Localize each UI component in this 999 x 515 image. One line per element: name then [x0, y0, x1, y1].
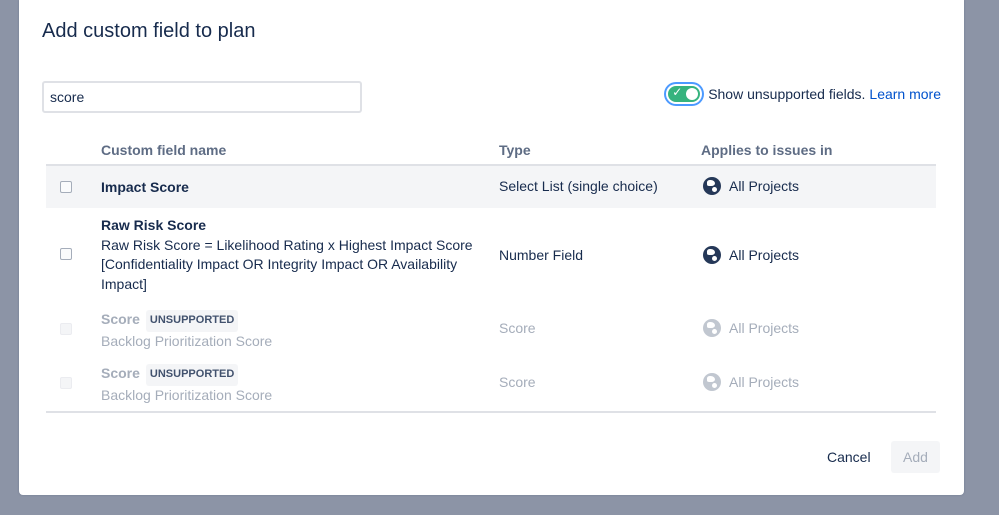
- field-name-cell: Score UNSUPPORTED Backlog Prioritization …: [101, 364, 272, 405]
- header-name: Custom field name: [101, 142, 227, 158]
- applies-label: All Projects: [729, 247, 800, 263]
- field-applies: All Projects: [703, 246, 799, 264]
- add-button[interactable]: Add: [891, 441, 940, 473]
- globe-icon: [703, 177, 721, 195]
- field-description: Impact]: [101, 275, 147, 292]
- field-applies: All Projects: [703, 319, 799, 337]
- unsupported-toggle-group: ✓ Show unsupported fields. Learn more: [668, 85, 941, 102]
- row-checkbox[interactable]: [60, 181, 72, 193]
- field-type: Score: [499, 374, 536, 390]
- field-applies: All Projects: [703, 373, 799, 391]
- dialog-title: Add custom field to plan: [42, 20, 256, 42]
- field-applies: All Projects: [703, 177, 799, 195]
- check-icon: ✓: [672, 85, 683, 99]
- field-name-cell: Raw Risk Score Raw Risk Score = Likeliho…: [101, 216, 473, 294]
- field-type: Score: [499, 320, 536, 336]
- table-row: Score UNSUPPORTED Backlog Prioritization …: [46, 356, 936, 410]
- row-checkbox: [60, 377, 72, 389]
- field-type: Select List (single choice): [499, 178, 658, 194]
- row-checkbox: [60, 323, 72, 335]
- header-applies: Applies to issues in: [701, 142, 833, 158]
- learn-more-link[interactable]: Learn more: [869, 86, 941, 102]
- field-description: Raw Risk Score = Likelihood Rating x Hig…: [101, 236, 473, 253]
- table-header: Custom field name Type Applies to issues…: [46, 138, 936, 166]
- field-name: Raw Risk Score: [101, 217, 207, 233]
- header-type: Type: [499, 142, 531, 158]
- applies-label: All Projects: [729, 320, 800, 336]
- field-name: Score: [101, 365, 140, 381]
- field-name: Impact Score: [101, 179, 189, 195]
- table-row[interactable]: Impact Score Select List (single choice)…: [46, 166, 936, 208]
- globe-icon: [703, 319, 721, 337]
- unsupported-badge: UNSUPPORTED: [145, 310, 239, 332]
- toggle-label: Show unsupported fields.: [708, 86, 866, 102]
- globe-icon: [703, 246, 721, 264]
- add-custom-field-dialog: Add custom field to plan ✓ Show unsuppor…: [19, 0, 964, 495]
- applies-label: All Projects: [729, 178, 800, 194]
- globe-icon: [703, 373, 721, 391]
- field-name-cell: Score UNSUPPORTED Backlog Prioritization …: [101, 310, 272, 351]
- show-unsupported-toggle[interactable]: ✓: [668, 85, 701, 102]
- field-type: Number Field: [499, 247, 584, 263]
- unsupported-badge: UNSUPPORTED: [145, 364, 239, 386]
- cancel-button[interactable]: Cancel: [815, 441, 883, 473]
- table-row[interactable]: Raw Risk Score Raw Risk Score = Likeliho…: [46, 208, 936, 302]
- search-input[interactable]: [42, 81, 362, 113]
- table-divider: [46, 411, 936, 413]
- field-description: Backlog Prioritization Score: [101, 332, 273, 349]
- row-checkbox[interactable]: [60, 248, 72, 260]
- custom-fields-table: Custom field name Type Applies to issues…: [46, 138, 936, 413]
- field-description: [Confidentiality Impact OR Integrity Imp…: [101, 256, 458, 272]
- table-row: Score UNSUPPORTED Backlog Prioritization …: [46, 302, 936, 356]
- toggle-knob: [686, 88, 699, 100]
- applies-label: All Projects: [729, 374, 800, 390]
- field-description: Backlog Prioritization Score: [101, 386, 273, 403]
- field-name: Score: [101, 311, 140, 327]
